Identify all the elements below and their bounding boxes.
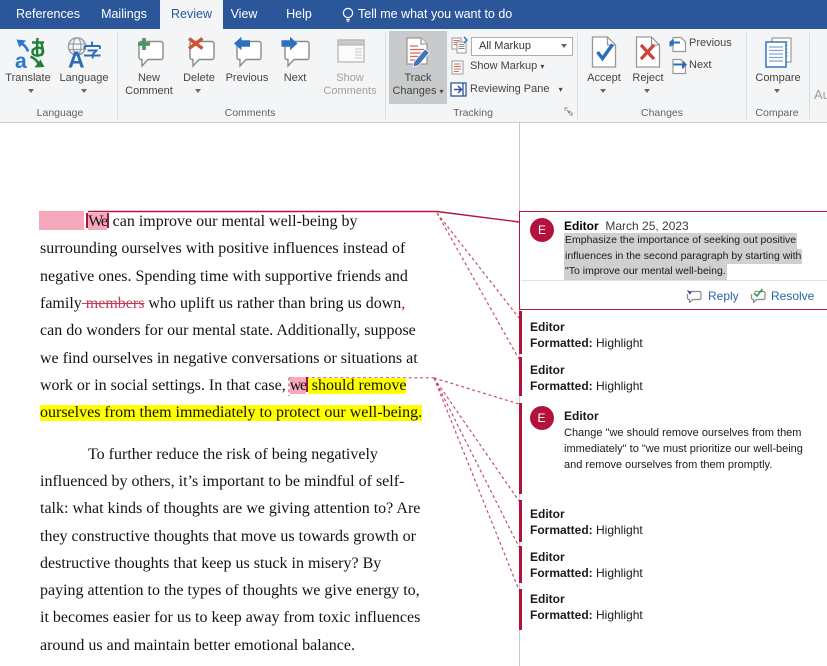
svg-text:A: A <box>68 47 85 73</box>
svg-text:a: a <box>15 50 27 73</box>
